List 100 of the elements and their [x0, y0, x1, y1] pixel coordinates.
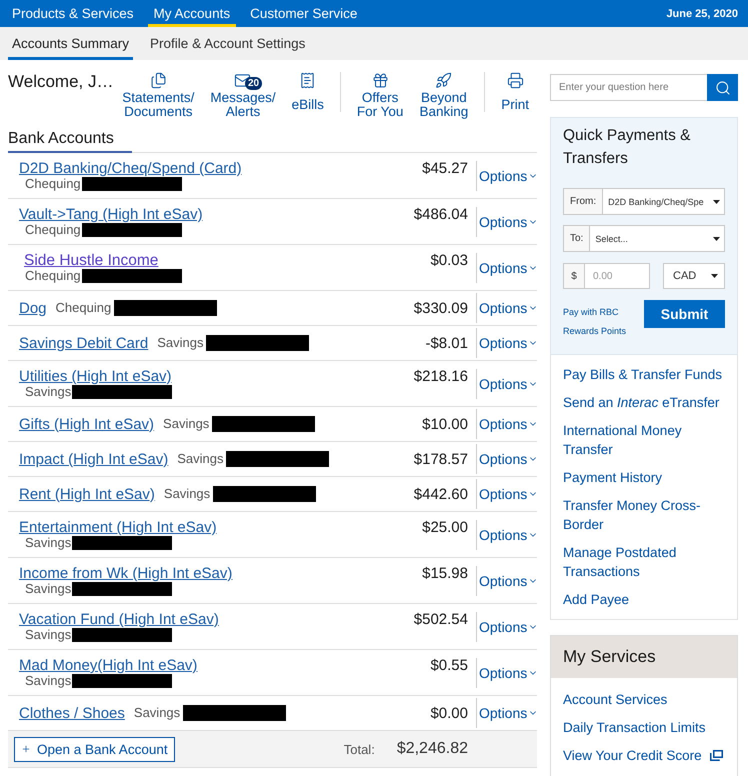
account-link[interactable]: D2D Banking/Cheq/Spend (Card)	[19, 160, 242, 177]
count-badge: 20	[244, 77, 262, 90]
caret-icon	[711, 274, 718, 278]
account-link[interactable]: Rent (High Int eSav)	[19, 486, 155, 502]
payment-link[interactable]: Pay Bills & Transfer Funds	[563, 365, 725, 384]
balance-amount: $178.57	[414, 450, 469, 468]
shortcut-link[interactable]: Offers For You	[356, 72, 404, 118]
options-button[interactable]: Options	[479, 335, 538, 351]
rocket-icon	[435, 72, 452, 89]
account-link[interactable]: Entertainment (High Int eSav)	[19, 519, 217, 536]
account-type-label: Chequing	[25, 223, 81, 237]
options-button[interactable]: Options	[479, 526, 538, 542]
account-link[interactable]: Dog	[19, 300, 47, 316]
options-button[interactable]: Options	[479, 214, 538, 230]
options-button[interactable]: Options	[479, 705, 538, 721]
submit-button[interactable]: Submit	[644, 300, 725, 328]
account-link[interactable]: Utilities (High Int eSav)	[19, 368, 172, 385]
balance-amount: $45.27	[422, 160, 469, 177]
options-button[interactable]: Options	[479, 300, 538, 316]
account-type-label: Savings	[25, 536, 72, 550]
account-type-label: Chequing	[25, 177, 81, 191]
options-button[interactable]: Options	[479, 664, 538, 680]
shortcut-link[interactable]: Statements/ Documents	[122, 72, 194, 118]
welcome-text: Welcome, J…	[8, 72, 114, 92]
open-account-button[interactable]: Open a Bank Account	[14, 736, 175, 762]
account-link[interactable]: Mad Money(High Int eSav)	[19, 657, 198, 674]
shortcut-link[interactable]: Print	[501, 72, 529, 118]
account-type-label: Savings	[134, 706, 180, 720]
account-type-label: Savings	[177, 452, 224, 466]
account-link[interactable]: Vault->Tang (High Int eSav)	[19, 206, 203, 223]
amount-input[interactable]: 0.00	[584, 263, 650, 289]
date-label: June 25, 2020	[666, 8, 738, 20]
account-type-label: Chequing	[25, 269, 81, 283]
account-type-label: Savings	[157, 336, 204, 350]
search-button[interactable]	[707, 74, 738, 101]
nav-tab[interactable]: Products & Services	[6, 0, 140, 27]
shortcut-link[interactable]: eBills	[292, 72, 324, 118]
balance-amount: $0.55	[430, 657, 469, 674]
account-link[interactable]: Gifts (High Int eSav)	[19, 416, 154, 432]
payment-link[interactable]: Transfer Money Cross-Border	[563, 496, 725, 534]
account-type-label: Savings	[163, 417, 210, 431]
balance-amount: $502.54	[414, 611, 469, 628]
account-type-label: Savings	[164, 487, 210, 501]
sub-nav-tab[interactable]: Accounts Summary	[8, 27, 134, 60]
plus-icon	[21, 744, 31, 754]
receipt-icon	[299, 72, 316, 89]
account-type-label: Savings	[25, 582, 72, 596]
options-button[interactable]: Options	[479, 451, 538, 467]
balance-amount: $330.09	[414, 300, 469, 316]
balance-amount: -$8.01	[425, 334, 469, 352]
options-button[interactable]: Options	[479, 260, 538, 276]
sub-nav-tab[interactable]: Profile & Account Settings	[146, 27, 310, 60]
account-link[interactable]: Impact (High Int eSav)	[19, 450, 168, 468]
balance-amount: $442.60	[414, 486, 469, 502]
payment-link[interactable]: Send an Interac eTransfer	[563, 393, 725, 412]
shortcut-link[interactable]: Beyond Banking	[419, 72, 468, 118]
account-link[interactable]: Income from Wk (High Int eSav)	[19, 565, 232, 582]
currency-select[interactable]: CAD	[663, 263, 725, 289]
shortcut-link[interactable]: 20 Messages/ Alerts	[210, 72, 276, 118]
total-amount: $2,246.82	[396, 740, 468, 758]
account-type-label: Savings	[25, 385, 72, 399]
documents-icon	[150, 72, 167, 89]
balance-amount: $0.03	[430, 252, 469, 269]
balance-amount: $25.00	[422, 519, 469, 536]
payment-link[interactable]: Add Payee	[563, 590, 725, 609]
payment-link[interactable]: Manage Postdated Transactions	[563, 543, 725, 581]
account-type-label: Savings	[25, 628, 72, 642]
total-label: Total:	[344, 742, 375, 756]
options-button[interactable]: Options	[479, 618, 538, 634]
balance-amount: $0.00	[430, 704, 469, 722]
service-link[interactable]: View Your Credit Score	[563, 746, 725, 765]
currency-prefix: $	[563, 263, 584, 289]
service-link[interactable]: Daily Transaction Limits	[563, 718, 725, 737]
options-button[interactable]: Options	[479, 416, 538, 432]
search-field[interactable]: Enter your question here	[550, 74, 707, 101]
nav-tab[interactable]: Customer Service	[244, 0, 364, 27]
balance-amount: $218.16	[414, 368, 469, 385]
search-icon	[714, 80, 730, 96]
balance-amount: $15.98	[422, 565, 469, 582]
balance-amount: $486.04	[414, 206, 469, 223]
service-link[interactable]: Account Services	[563, 690, 725, 709]
gift-icon	[372, 72, 389, 89]
account-link[interactable]: Side Hustle Income	[19, 252, 158, 269]
account-link[interactable]: Clothes / Shoes	[19, 704, 125, 722]
account-type-label: Chequing	[56, 301, 112, 315]
account-link[interactable]: Savings Debit Card	[19, 334, 148, 352]
options-button[interactable]: Options	[479, 376, 538, 392]
rewards-link[interactable]: Pay with RBC Rewards Points	[563, 303, 638, 341]
account-link[interactable]: Vacation Fund (High Int eSav)	[19, 611, 219, 628]
payment-link[interactable]: Payment History	[563, 468, 725, 487]
panel-title: Quick Payments & Transfers	[563, 126, 692, 169]
printer-icon	[506, 72, 524, 89]
options-button[interactable]: Options	[479, 572, 538, 588]
options-button[interactable]: Options	[479, 486, 538, 502]
account-type-label: Savings	[25, 674, 72, 688]
section-heading: Bank Accounts	[8, 129, 132, 153]
options-button[interactable]: Options	[479, 168, 538, 184]
balance-amount: $10.00	[422, 416, 469, 432]
panel-title: My Services	[551, 636, 737, 678]
payment-link[interactable]: International Money Transfer	[563, 421, 725, 459]
